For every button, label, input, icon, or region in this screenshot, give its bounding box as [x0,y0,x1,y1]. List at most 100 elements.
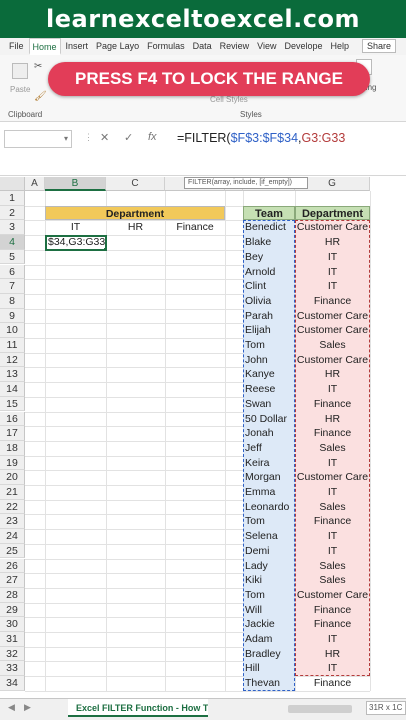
team-cell[interactable]: Olivia [243,294,295,309]
department-cell[interactable]: Sales [295,573,370,588]
row-header-25[interactable]: 25 [0,543,25,559]
row-header-3[interactable]: 3 [0,220,25,236]
department-cell[interactable]: IT [295,485,370,500]
tab-page-layo[interactable]: Page Layo [93,38,142,55]
department-cell[interactable]: Customer Care [295,470,370,485]
department-cell[interactable]: IT [295,529,370,544]
formula-input[interactable]: =FILTER($F$3:$F$34,G3:G33 [177,131,345,145]
row-header-32[interactable]: 32 [0,646,25,662]
team-cell[interactable]: Adam [243,632,295,647]
chevron-down-icon[interactable]: ▾ [64,134,68,143]
team-cell[interactable]: Tom [243,338,295,353]
row-header-1[interactable]: 1 [0,191,25,206]
department-cell[interactable]: Finance [295,676,370,691]
department-cell[interactable]: IT [295,456,370,471]
team-cell[interactable]: Arnold [243,265,295,280]
row-header-31[interactable]: 31 [0,632,25,647]
row-header-21[interactable]: 21 [0,485,25,500]
row-header-26[interactable]: 26 [0,558,25,574]
row-header-13[interactable]: 13 [0,367,25,383]
row-header-5[interactable]: 5 [0,249,25,265]
department-cell[interactable]: IT [295,632,370,647]
share-button[interactable]: Share [361,39,396,53]
row-header-2[interactable]: 2 [0,205,25,221]
select-all-corner[interactable] [0,177,25,191]
department-cell[interactable]: HR [295,235,370,250]
row-header-23[interactable]: 23 [0,514,25,530]
department-cell[interactable]: Sales [295,441,370,456]
department-cell[interactable]: Sales [295,559,370,574]
tab-view[interactable]: View [254,38,279,55]
team-cell[interactable]: Thevan [243,676,295,691]
team-cell[interactable]: Bey [243,250,295,265]
department-cell[interactable]: Customer Care [295,309,370,324]
cut-icon[interactable]: ✂ [34,61,42,72]
column-header-a[interactable]: A [25,177,45,191]
team-cell[interactable]: Kiki [243,573,295,588]
tab-home[interactable]: Home [28,38,61,55]
horizontal-scrollbar[interactable] [288,705,352,713]
team-cell[interactable]: Emma [243,485,295,500]
department-cell[interactable]: HR [295,367,370,382]
row-header-20[interactable]: 20 [0,470,25,485]
team-cell[interactable]: Parah [243,309,295,324]
tab-file[interactable]: File [6,38,27,55]
row-header-33[interactable]: 33 [0,661,25,677]
department-cell[interactable]: Finance [295,603,370,618]
row-header-10[interactable]: 10 [0,323,25,338]
department-cell[interactable]: Customer Care [295,588,370,603]
department-cell[interactable]: Finance [295,426,370,441]
department-cell[interactable]: Customer Care [295,323,370,338]
department-cell[interactable]: IT [295,279,370,294]
team-cell[interactable]: Reese [243,382,295,397]
team-cell[interactable]: Bradley [243,647,295,662]
department-cell[interactable]: IT [295,661,370,676]
row-header-16[interactable]: 16 [0,411,25,427]
row-header-8[interactable]: 8 [0,293,25,309]
team-cell[interactable]: Leonardo [243,500,295,515]
department-cell[interactable]: IT [295,265,370,280]
row-header-22[interactable]: 22 [0,499,25,515]
active-cell-b4[interactable]: $34,G3:G33 [45,235,107,251]
tab-insert[interactable]: Insert [63,38,92,55]
paste-icon[interactable] [12,63,28,79]
sheet-tab-active[interactable]: Excel FILTER Function - How To [68,699,208,717]
department-cell[interactable]: IT [295,250,370,265]
row-header-9[interactable]: 9 [0,308,25,324]
cell-styles-button[interactable]: Cell Styles [210,95,248,104]
format-painter-icon[interactable]: 🖌 [34,91,47,102]
next-sheet-icon[interactable]: ▶ [24,702,31,713]
team-cell[interactable]: Tom [243,514,295,529]
tab-formulas[interactable]: Formulas [144,38,188,55]
row-header-11[interactable]: 11 [0,338,25,353]
department-cell[interactable]: HR [295,647,370,662]
tab-data[interactable]: Data [190,38,215,55]
department-cell[interactable]: Finance [295,294,370,309]
row-header-14[interactable]: 14 [0,382,25,397]
team-cell[interactable]: Swan [243,397,295,412]
team-cell[interactable]: Demi [243,544,295,559]
department-cell[interactable]: IT [295,544,370,559]
row-header-27[interactable]: 27 [0,573,25,588]
row-header-4[interactable]: 4 [0,235,25,250]
team-cell[interactable]: Keira [243,456,295,471]
column-header-b[interactable]: B [45,177,106,191]
department-cell[interactable]: Customer Care [295,353,370,368]
team-cell[interactable]: Morgan [243,470,295,485]
dept-subheader-hr[interactable]: HR [106,220,165,235]
row-header-30[interactable]: 30 [0,617,25,632]
team-cell[interactable]: Will [243,603,295,618]
team-cell[interactable]: Blake [243,235,295,250]
row-header-28[interactable]: 28 [0,587,25,603]
team-cell[interactable]: Elijah [243,323,295,338]
department-cell[interactable]: Finance [295,514,370,529]
team-cell[interactable]: John [243,353,295,368]
tab-review[interactable]: Review [217,38,253,55]
team-cell[interactable]: Jonah [243,426,295,441]
team-cell[interactable]: Clint [243,279,295,294]
prev-sheet-icon[interactable]: ◀ [8,702,15,713]
department-cell[interactable]: Finance [295,397,370,412]
department-cell[interactable]: IT [295,382,370,397]
enter-icon[interactable]: ✓ [124,131,133,144]
column-header-c[interactable]: C [106,177,165,191]
